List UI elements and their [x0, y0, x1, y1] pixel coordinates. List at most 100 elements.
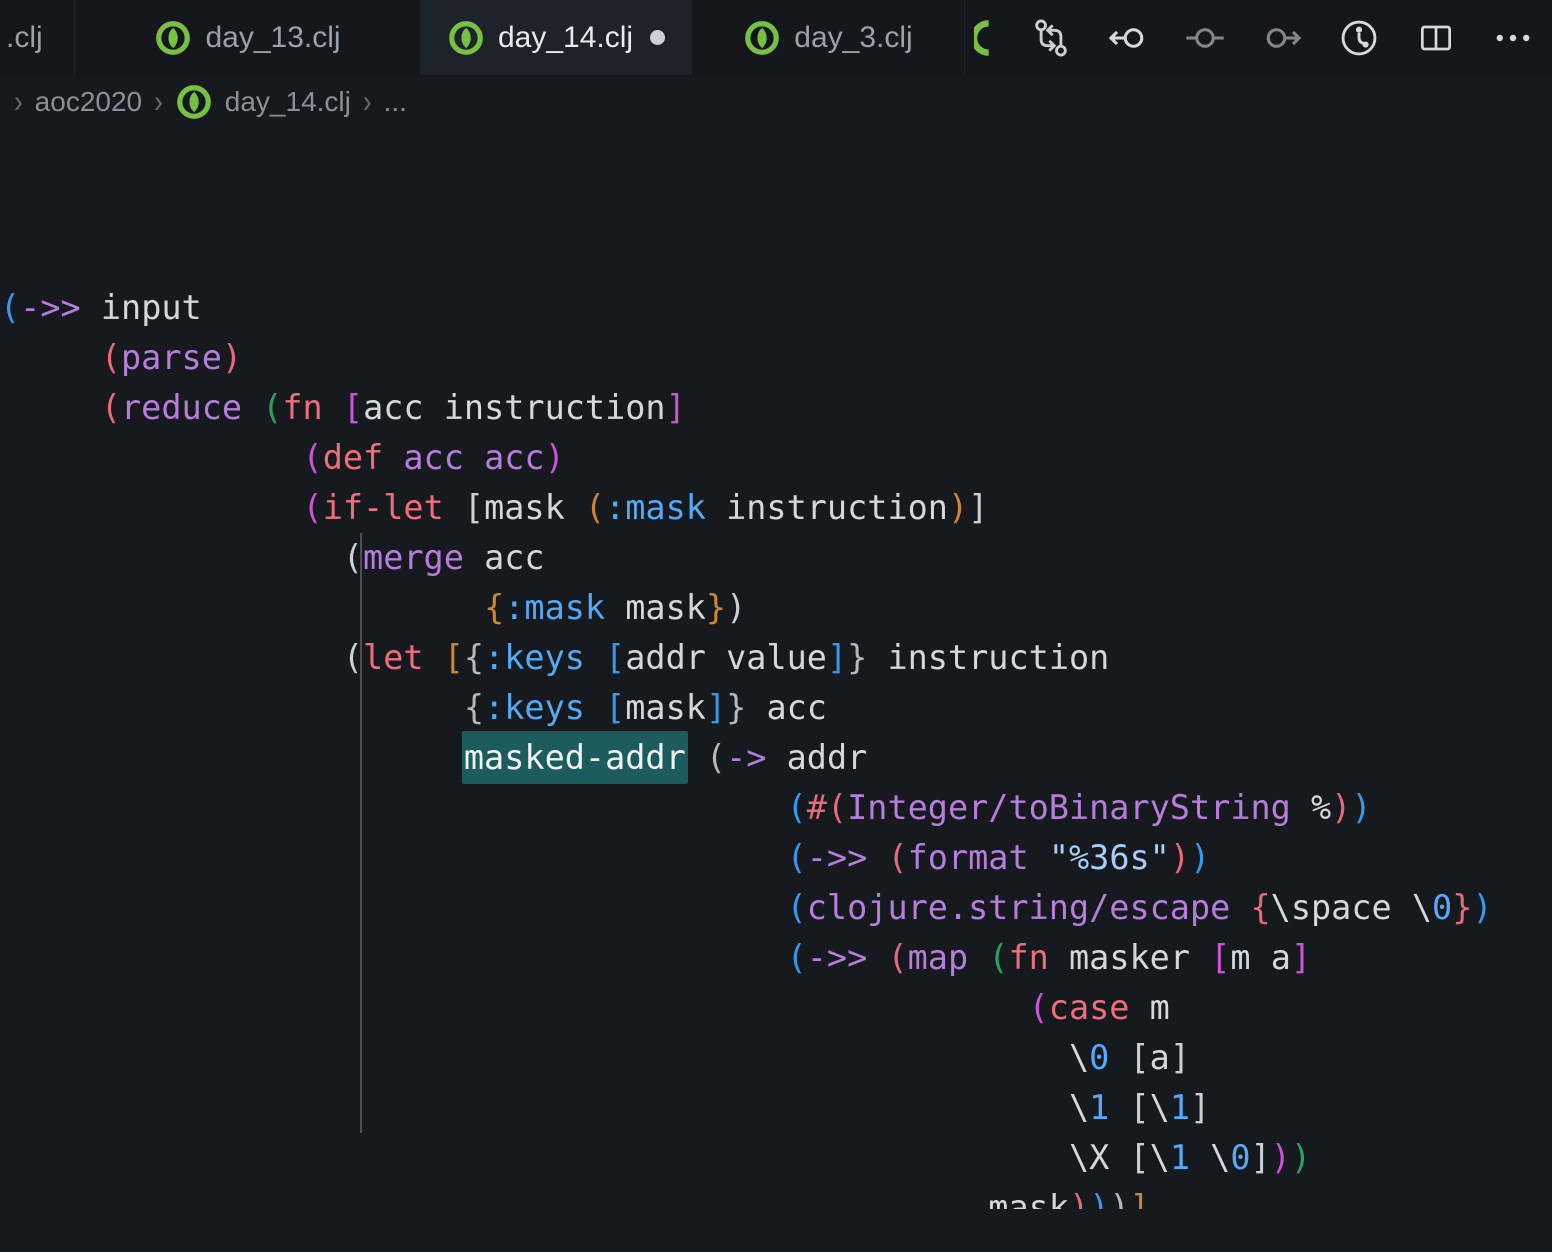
code-token: ( [0, 288, 20, 327]
code-token: 1 [1170, 1138, 1190, 1177]
code-line-4[interactable]: (def acc acc) [0, 433, 1552, 483]
code-line-7[interactable]: {:mask mask}) [0, 583, 1552, 633]
tab-day_13.clj[interactable]: day_13.clj [75, 0, 421, 75]
code-indent [0, 788, 787, 827]
code-token: \ [1150, 1138, 1170, 1177]
code-indent [0, 838, 787, 877]
code-token: 1 [1089, 1088, 1109, 1127]
code-token: ( [787, 838, 807, 877]
calva-icon[interactable] [973, 15, 997, 61]
code-token: ( [1029, 988, 1049, 1027]
run-graph-icon[interactable] [1336, 15, 1382, 61]
tab-day_3.clj[interactable]: day_3.clj [692, 0, 965, 75]
code-line-12[interactable]: (->> (format "%36s")) [0, 833, 1552, 883]
breadcrumb-chevron-icon: › [14, 82, 23, 121]
code-token: ) [1170, 838, 1190, 877]
code-line-15[interactable]: (case m [0, 983, 1552, 1033]
code-line-9[interactable]: {:keys [mask]} acc [0, 683, 1552, 733]
code-token: \space \ [1271, 888, 1432, 927]
nav-dot-icon[interactable] [1182, 15, 1228, 61]
tab-label: day_3.clj [794, 21, 912, 55]
code-token: ( [827, 788, 847, 827]
code-token: 0 [1089, 1038, 1109, 1077]
code-line-1[interactable]: (->> input [0, 283, 1552, 333]
split-editor-icon[interactable] [1413, 15, 1459, 61]
code-indent [0, 1138, 1069, 1177]
code-token: ] [1291, 938, 1311, 977]
code-line-17[interactable]: \1 [\1] [0, 1083, 1552, 1133]
code-token: ) [1271, 1138, 1291, 1177]
nav-forward-icon[interactable] [1259, 15, 1305, 61]
code-token: ( [988, 938, 1008, 977]
code-token: { [1250, 888, 1270, 927]
code-token: ) [948, 488, 968, 527]
code-indent [0, 688, 464, 727]
code-token: if-let [323, 488, 464, 527]
code-token: { [464, 688, 484, 727]
clojure-file-icon [175, 83, 213, 121]
code-token: ) [1331, 788, 1351, 827]
code-indent [0, 538, 343, 577]
code-token: ->> [807, 938, 888, 977]
code-line-10[interactable]: masked-addr (-> addr [0, 733, 1552, 783]
code-token: ) [1069, 1188, 1089, 1209]
code-indent [0, 438, 303, 477]
code-token: ( [887, 938, 907, 977]
code-token: [ [605, 638, 625, 677]
tab-partial-clj[interactable]: .clj [0, 0, 75, 75]
code-token: ) [1472, 888, 1492, 927]
breadcrumb-item-...[interactable]: ... [384, 86, 407, 118]
code-token: ) [1109, 1188, 1129, 1209]
code-token: \ [1150, 1088, 1170, 1127]
code-token: ) [1351, 788, 1371, 827]
tab-label: day_14.clj [498, 21, 633, 55]
code-token: ( [303, 438, 323, 477]
code-line-19[interactable]: mask)))] [0, 1183, 1552, 1209]
code-token: ) [222, 338, 242, 377]
more-actions-icon[interactable] [1490, 15, 1536, 61]
code-token: [ [1129, 1088, 1149, 1127]
code-token: % [1311, 788, 1331, 827]
code-token: } [1452, 888, 1472, 927]
breadcrumb-chevron-icon: › [363, 82, 372, 121]
code-token: fn [282, 388, 343, 427]
code-line-5[interactable]: (if-let [mask (:mask instruction)] [0, 483, 1552, 533]
code-token: } [706, 588, 726, 627]
code-token: ( [303, 488, 323, 527]
code-line-11[interactable]: (#(Integer/toBinaryString %)) [0, 783, 1552, 833]
code-token [1109, 1088, 1129, 1127]
code-line-16[interactable]: \0 [a] [0, 1033, 1552, 1083]
breadcrumb-item-day_14.clj[interactable]: day_14.clj [225, 86, 351, 118]
code-token: m [1150, 988, 1170, 1027]
code-line-8[interactable]: (let [{:keys [addr value]} instruction [0, 633, 1552, 683]
code-line-13[interactable]: (clojure.string/escape {\space \0}) [0, 883, 1552, 933]
code-token: masker [1069, 938, 1210, 977]
code-line-2[interactable]: (parse) [0, 333, 1552, 383]
breadcrumb-item-aoc2020[interactable]: aoc2020 [35, 86, 142, 118]
code-token: \ [1069, 1088, 1089, 1127]
clojure-file-icon [154, 19, 192, 57]
git-compare-icon[interactable] [1028, 15, 1074, 61]
code-token: ] [666, 388, 686, 427]
code-line-18[interactable]: \X [\1 \0])) [0, 1133, 1552, 1183]
code-indent [0, 638, 343, 677]
code-token: fn [1008, 938, 1069, 977]
nav-back-icon[interactable] [1105, 15, 1151, 61]
code-token: reduce [121, 388, 262, 427]
code-line-14[interactable]: (->> (map (fn masker [m a] [0, 933, 1552, 983]
code-token: 0 [1230, 1138, 1250, 1177]
code-line-6[interactable]: (merge acc [0, 533, 1552, 583]
code-token: mask [484, 488, 585, 527]
code-token: ] [1190, 1088, 1210, 1127]
tab-day_14.clj[interactable]: day_14.clj [421, 0, 692, 75]
code-token: \X [1069, 1138, 1130, 1177]
code-token [686, 738, 706, 777]
clojure-file-icon [743, 19, 781, 57]
code-editor[interactable]: (->> input (parse) (reduce (fn [acc inst… [0, 128, 1552, 1209]
code-indent [0, 888, 787, 927]
code-token: } [726, 688, 746, 727]
code-token: ) [545, 438, 565, 477]
code-line-3[interactable]: (reduce (fn [acc instruction] [0, 383, 1552, 433]
code-token: { [484, 588, 504, 627]
code-token: ( [585, 488, 605, 527]
